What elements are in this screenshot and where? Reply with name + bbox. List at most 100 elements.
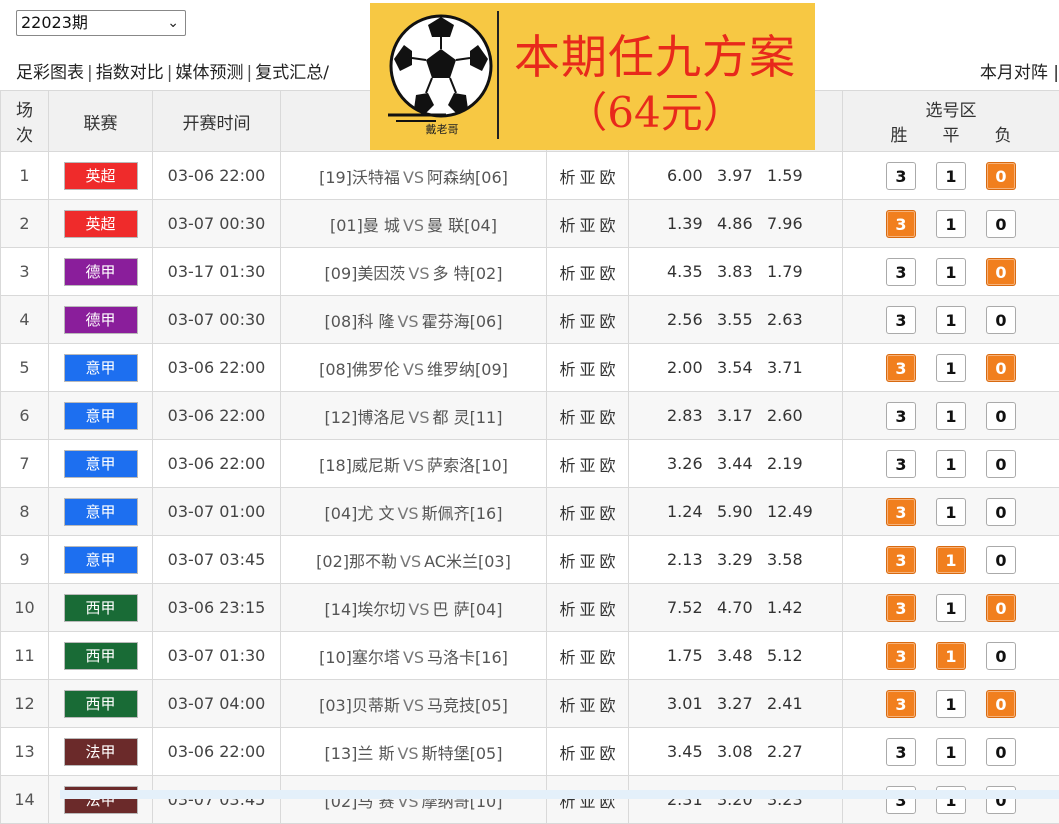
pick-win-button[interactable]: 3 bbox=[886, 258, 916, 286]
league-badge[interactable]: 法甲 bbox=[64, 738, 138, 766]
league-badge[interactable]: 西甲 bbox=[64, 642, 138, 670]
away-team[interactable]: 霍芬海[06] bbox=[422, 312, 503, 331]
pick-draw-button[interactable]: 1 bbox=[936, 546, 966, 574]
link-euro[interactable]: 欧 bbox=[600, 168, 616, 187]
link-analysis[interactable]: 析 bbox=[559, 696, 575, 715]
pick-win-button[interactable]: 3 bbox=[886, 546, 916, 574]
away-team[interactable]: 斯特堡[05] bbox=[422, 744, 503, 763]
pick-win-button[interactable]: 3 bbox=[886, 162, 916, 190]
home-team[interactable]: [04]尤 文 bbox=[325, 504, 395, 523]
pick-win-button[interactable]: 3 bbox=[886, 210, 916, 238]
pick-lose-button[interactable]: 0 bbox=[986, 258, 1016, 286]
link-asian[interactable]: 亚 bbox=[579, 696, 595, 715]
link-analysis[interactable]: 析 bbox=[559, 216, 575, 235]
pick-lose-button[interactable]: 0 bbox=[986, 642, 1016, 670]
pick-draw-button[interactable]: 1 bbox=[936, 642, 966, 670]
away-team[interactable]: 维罗纳[09] bbox=[427, 360, 508, 379]
nav-link-media-predict[interactable]: 媒体预测 bbox=[175, 63, 243, 83]
home-team[interactable]: [14]埃尔切 bbox=[325, 600, 406, 619]
chevron-down-icon[interactable]: ⌄ bbox=[167, 11, 179, 35]
pick-win-button[interactable]: 3 bbox=[886, 354, 916, 382]
home-team[interactable]: [09]美因茨 bbox=[325, 264, 406, 283]
away-team[interactable]: 曼 联[04] bbox=[427, 216, 497, 235]
home-team[interactable]: [13]兰 斯 bbox=[325, 744, 395, 763]
pick-draw-button[interactable]: 1 bbox=[936, 450, 966, 478]
pick-lose-button[interactable]: 0 bbox=[986, 402, 1016, 430]
home-team[interactable]: [19]沃特福 bbox=[319, 168, 400, 187]
link-asian[interactable]: 亚 bbox=[579, 456, 595, 475]
home-team[interactable]: [08]佛罗伦 bbox=[319, 360, 400, 379]
link-asian[interactable]: 亚 bbox=[579, 216, 595, 235]
pick-lose-button[interactable]: 0 bbox=[986, 498, 1016, 526]
link-asian[interactable]: 亚 bbox=[579, 408, 595, 427]
pick-draw-button[interactable]: 1 bbox=[936, 306, 966, 334]
link-asian[interactable]: 亚 bbox=[579, 264, 595, 283]
league-badge[interactable]: 意甲 bbox=[64, 450, 138, 478]
home-team[interactable]: [01]曼 城 bbox=[330, 216, 400, 235]
league-badge[interactable]: 英超 bbox=[64, 162, 138, 190]
pick-lose-button[interactable]: 0 bbox=[986, 690, 1016, 718]
home-team[interactable]: [08]科 隆 bbox=[325, 312, 395, 331]
pick-win-button[interactable]: 3 bbox=[886, 402, 916, 430]
link-asian[interactable]: 亚 bbox=[579, 744, 595, 763]
away-team[interactable]: 马竞技[05] bbox=[427, 696, 508, 715]
link-asian[interactable]: 亚 bbox=[579, 360, 595, 379]
pick-win-button[interactable]: 3 bbox=[886, 642, 916, 670]
pick-win-button[interactable]: 3 bbox=[886, 306, 916, 334]
away-team[interactable]: 斯佩齐[16] bbox=[422, 504, 503, 523]
pick-draw-button[interactable]: 1 bbox=[936, 738, 966, 766]
nav-link-compound-summary[interactable]: 复式汇总/ bbox=[255, 63, 329, 83]
link-euro[interactable]: 欧 bbox=[600, 648, 616, 667]
link-euro[interactable]: 欧 bbox=[600, 456, 616, 475]
pick-draw-button[interactable]: 1 bbox=[936, 210, 966, 238]
pick-win-button[interactable]: 3 bbox=[886, 594, 916, 622]
pick-lose-button[interactable]: 0 bbox=[986, 162, 1016, 190]
pick-draw-button[interactable]: 1 bbox=[936, 402, 966, 430]
link-euro[interactable]: 欧 bbox=[600, 744, 616, 763]
link-euro[interactable]: 欧 bbox=[600, 552, 616, 571]
home-team[interactable]: [18]威尼斯 bbox=[319, 456, 400, 475]
link-euro[interactable]: 欧 bbox=[600, 600, 616, 619]
pick-lose-button[interactable]: 0 bbox=[986, 546, 1016, 574]
link-asian[interactable]: 亚 bbox=[579, 504, 595, 523]
link-euro[interactable]: 欧 bbox=[600, 504, 616, 523]
link-asian[interactable]: 亚 bbox=[579, 552, 595, 571]
pick-win-button[interactable]: 3 bbox=[886, 738, 916, 766]
pick-lose-button[interactable]: 0 bbox=[986, 738, 1016, 766]
link-analysis[interactable]: 析 bbox=[559, 744, 575, 763]
link-analysis[interactable]: 析 bbox=[559, 648, 575, 667]
link-analysis[interactable]: 析 bbox=[559, 504, 575, 523]
nav-link-index-compare[interactable]: 指数对比 bbox=[96, 63, 164, 83]
pick-draw-button[interactable]: 1 bbox=[936, 354, 966, 382]
away-team[interactable]: 多 特[02] bbox=[433, 264, 503, 283]
pick-draw-button[interactable]: 1 bbox=[936, 162, 966, 190]
away-team[interactable]: 马洛卡[16] bbox=[427, 648, 508, 667]
pick-draw-button[interactable]: 1 bbox=[936, 498, 966, 526]
pick-lose-button[interactable]: 0 bbox=[986, 354, 1016, 382]
home-team[interactable]: [02]那不勒 bbox=[316, 552, 397, 571]
league-badge[interactable]: 意甲 bbox=[64, 546, 138, 574]
link-analysis[interactable]: 析 bbox=[559, 600, 575, 619]
home-team[interactable]: [03]贝蒂斯 bbox=[319, 696, 400, 715]
link-analysis[interactable]: 析 bbox=[559, 264, 575, 283]
pick-win-button[interactable]: 3 bbox=[886, 450, 916, 478]
league-badge[interactable]: 意甲 bbox=[64, 498, 138, 526]
link-asian[interactable]: 亚 bbox=[579, 312, 595, 331]
link-asian[interactable]: 亚 bbox=[579, 648, 595, 667]
link-analysis[interactable]: 析 bbox=[559, 456, 575, 475]
pick-draw-button[interactable]: 1 bbox=[936, 594, 966, 622]
link-analysis[interactable]: 析 bbox=[559, 360, 575, 379]
away-team[interactable]: 巴 萨[04] bbox=[433, 600, 503, 619]
link-euro[interactable]: 欧 bbox=[600, 216, 616, 235]
away-team[interactable]: 都 灵[11] bbox=[433, 408, 503, 427]
link-euro[interactable]: 欧 bbox=[600, 360, 616, 379]
link-euro[interactable]: 欧 bbox=[600, 696, 616, 715]
nav-link-monthly-fixtures[interactable]: 本月对阵 | bbox=[980, 58, 1059, 83]
link-analysis[interactable]: 析 bbox=[559, 168, 575, 187]
nav-link-chart[interactable]: 足彩图表 bbox=[16, 63, 84, 83]
league-badge[interactable]: 西甲 bbox=[64, 594, 138, 622]
link-euro[interactable]: 欧 bbox=[600, 264, 616, 283]
pick-lose-button[interactable]: 0 bbox=[986, 594, 1016, 622]
league-badge[interactable]: 意甲 bbox=[64, 354, 138, 382]
away-team[interactable]: 萨索洛[10] bbox=[427, 456, 508, 475]
